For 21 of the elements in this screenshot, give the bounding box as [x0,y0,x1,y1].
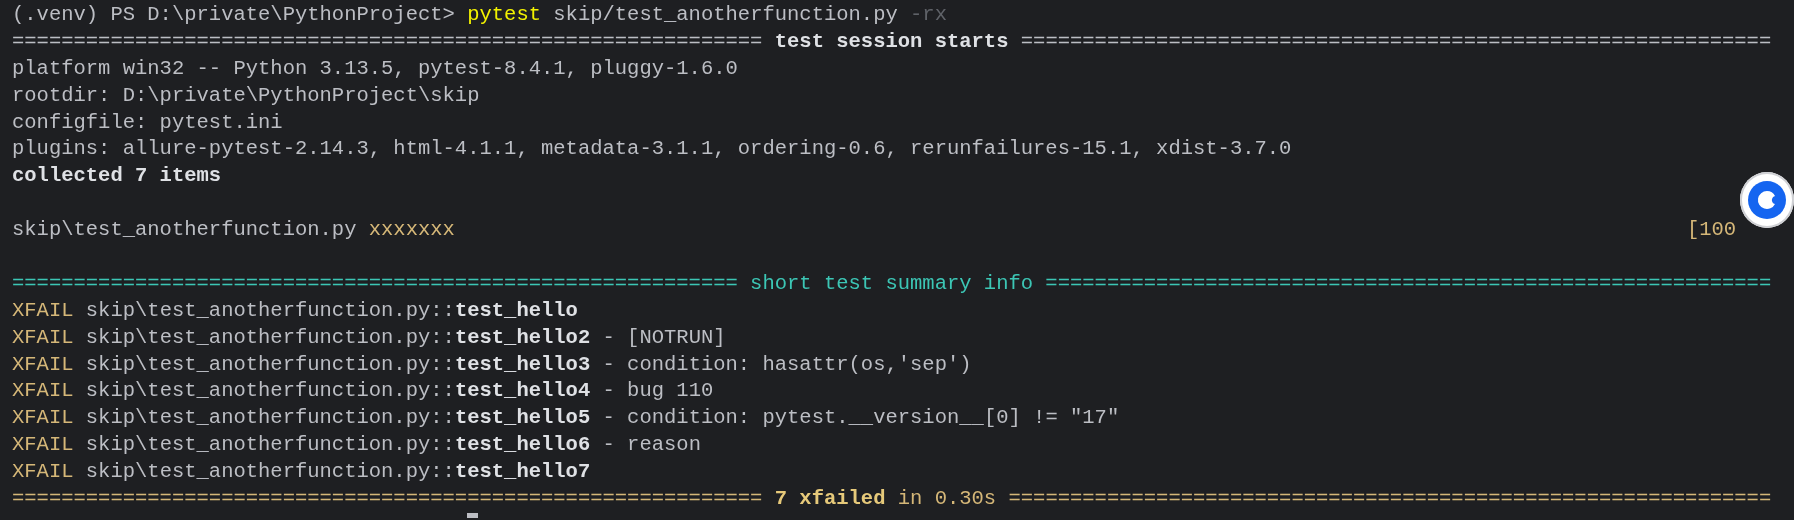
terminal-line: configfile: pytest.ini [12,109,283,136]
terminal-line: rootdir: D:\private\PythonProject\skip [12,82,480,109]
terminal-line: XFAIL skip\test_anotherfunction.py::test_hello5 - condition: pytest.__version__[0] != "17" [12,405,1120,432]
terminal-line: skip\test_anotherfunction.py xxxxxxx [12,217,455,244]
terminal-line: platform win32 -- Python 3.13.5, pytest-8.4.1, pluggy-1.6.0 [12,55,738,82]
chat-bubble-icon [1748,181,1786,219]
terminal-line: XFAIL skip\test_anotherfunction.py::test_hello3 - condition: hasattr(os,'sep') [12,351,972,378]
terminal-line: plugins: allure-pytest-2.14.3, html-4.1.1, metadata-3.1.1, ordering-0.6, rerunfailures-15.1, xdist-3.7.0 [12,136,1292,163]
terminal-line: collected 7 items [12,163,222,190]
terminal-line: ============================================================= 7 xfailed in 0.30s ============================================================== [12,486,1772,513]
floating-assistant-button[interactable] [1740,172,1794,228]
terminal-line: (.venv) PS D:\private\PythonProject> pytest skip/test_anotherfunction.py -rx [12,2,947,28]
terminal-line: =========================================================== short test summary info =========================================================== [12,270,1772,297]
terminal-line: XFAIL skip\test_anotherfunction.py::test_hello7 [12,459,591,486]
terminal-line: XFAIL skip\test_anotherfunction.py::test_hello2 - [NOTRUN] [12,324,726,351]
terminal-line: XFAIL skip\test_anotherfunction.py::test_hello4 - bug 110 [12,378,714,405]
terminal-line: XFAIL skip\test_anotherfunction.py::test_hello [12,297,578,324]
progress-percent: [100 [1686,217,1738,244]
terminal-line: ============================================================= test session starts ============================================================= [12,28,1772,55]
text-cursor [467,512,479,518]
terminal-line: XFAIL skip\test_anotherfunction.py::test_hello6 - reason [12,432,701,459]
